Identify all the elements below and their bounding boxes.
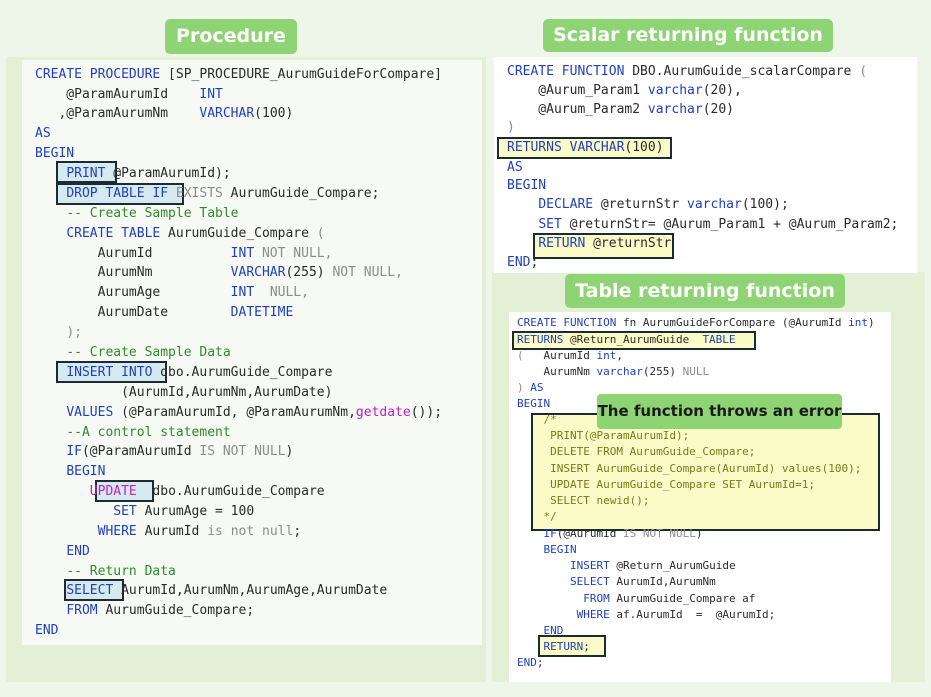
scalar-function-title: Scalar returning function [543,19,833,52]
proc-line-9: CREATE TABLE AurumGuide_Compare ( [66,226,325,241]
proc-line-2: @ParamAurumId INT [35,87,223,102]
table-line-3: ( AurumId int, [517,349,623,362]
proc-line-4: AS [35,126,51,141]
proc-line-21: BEGIN [66,464,106,479]
table-line-19: WHERE af.AurumId = @AurumId; [576,608,776,621]
proc-line-6: PRINT @ParamAurumId); [66,166,231,181]
proc-line-20: IF(@ParamAurumId IS NOT NULL) [66,444,294,459]
proc-line-12: AurumAge INT NULL, [35,285,309,300]
table-line-20: END [543,624,564,637]
proc-line-10: AurumId INT NOT NULL, [35,246,333,261]
proc-line-3: ,@ParamAurumNm VARCHAR(100) [35,106,294,121]
table-line-7: /* [517,413,557,426]
scalar-line-5: RETURNS VARCHAR(100) [507,140,664,155]
table-line-21: RETURN; [543,640,590,653]
error-note: The function throws an error [597,394,842,429]
table-line-15: BEGIN [543,543,577,556]
table-line-13: */ [517,510,557,523]
table-line-22: END; [517,656,544,669]
proc-line-19: --A control statement [66,425,231,440]
table-line-11: UPDATE AurumGuide_Compare SET AurumId=1; [517,478,816,491]
table-line-6: BEGIN [517,397,551,410]
proc-line-7: DROP TABLE IF EXISTS AurumGuide_Compare; [66,186,380,201]
table-line-4: AurumNm varchar(255) NULL [517,365,710,378]
proc-line-11: AurumNm VARCHAR(255) NOT NULL, [35,265,403,280]
table-line-17: SELECT AurumId,AurumNm [569,575,716,588]
table-line-16: INSERT @Return_AurumGuide [569,559,736,572]
table-line-5: ) AS [517,381,544,394]
proc-line-23: SET AurumAge = 100 [113,504,255,519]
proc-line-8: -- Create Sample Table [66,206,239,221]
proc-line-27: SELECT AurumId,AurumNm,AurumAge,AurumDat… [66,583,388,598]
proc-line-26: -- Return Data [66,564,176,579]
proc-line-16: INSERT INTO dbo.AurumGuide_Compare [66,365,333,380]
table-line-18: FROM AurumGuide_Compare af [583,592,756,605]
proc-line-28: FROM AurumGuide_Compare; [66,603,255,618]
scalar-line-6: AS [507,160,523,175]
table-line-12: SELECT newid(); [517,494,650,507]
proc-line-14: ); [66,325,82,340]
procedure-title: Procedure [165,19,297,54]
scalar-line-11: END; [507,255,539,270]
proc-line-18: VALUES (@ParamAurumId, @ParamAurumNm,get… [66,405,443,420]
proc-line-25: END [66,544,90,559]
proc-line-13: AurumDate DATETIME [35,305,294,320]
proc-line-1: CREATE PROCEDURE [SP_PROCEDURE_AurumGuid… [35,67,442,82]
table-function-title: Table returning function [565,274,845,308]
proc-line-29: END [35,623,59,638]
scalar-line-1: CREATE FUNCTION DBO.AurumGuide_scalarCom… [507,64,868,79]
proc-line-17: (AurumId,AurumNm,AurumDate) [35,385,333,400]
table-line-9: DELETE FROM AurumGuide_Compare; [517,445,756,458]
scalar-line-4: ) [507,120,515,135]
table-line-2: RETURNS @Return_AurumGuide TABLE [517,333,736,346]
table-line-10: INSERT AurumGuide_Compare(AurumId) value… [517,462,862,475]
scalar-line-8: DECLARE @returnStr varchar(100); [538,197,789,212]
proc-line-24: WHERE AurumId is not null; [97,524,302,539]
scalar-line-9: SET @returnStr= @Aurum_Param1 + @Aurum_P… [538,217,899,232]
proc-line-22: UPDATE dbo.AurumGuide_Compare [89,484,325,499]
proc-line-15: -- Create Sample Data [66,345,231,360]
scalar-line-7: BEGIN [507,178,547,193]
proc-line-5: BEGIN [35,146,75,161]
scalar-line-3: @Aurum_Param2 varchar(20) [507,102,734,117]
table-line-14: IF(@AurumId IS NOT NULL) [543,527,703,540]
table-line-8: PRINT(@ParamAurumId); [517,429,690,442]
scalar-line-10: RETURN @returnStr [538,236,672,251]
table-line-1: CREATE FUNCTION fn AurumGuideForCompare … [517,316,875,329]
scalar-line-2: @Aurum_Param1 varchar(20), [507,83,742,98]
